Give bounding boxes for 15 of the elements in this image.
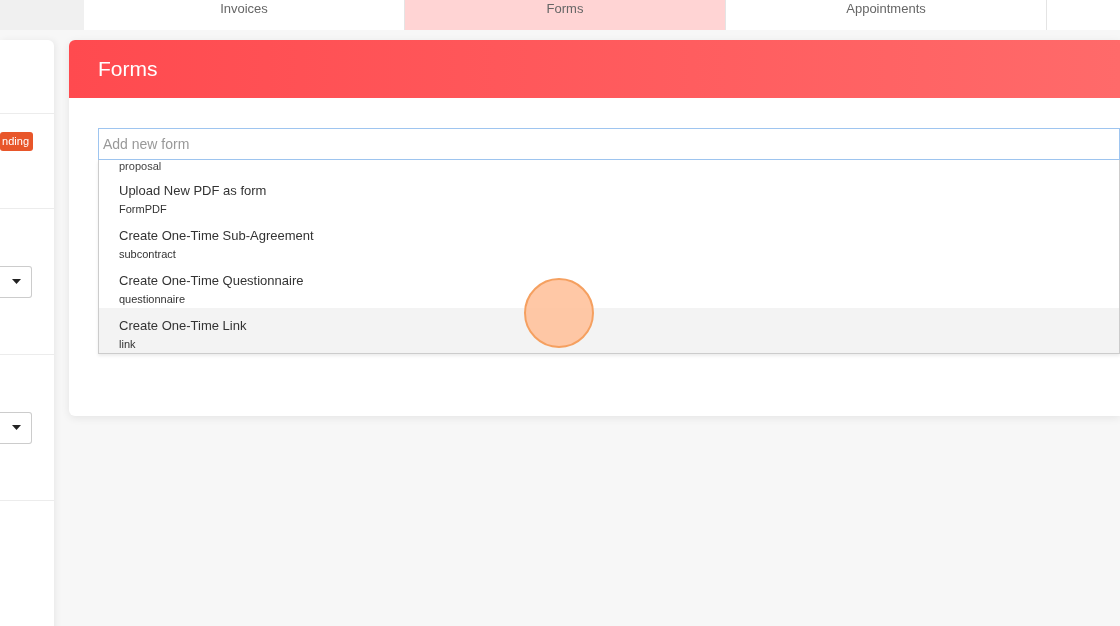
dropdown-option[interactable]: Create One-Time Link link xyxy=(99,308,1119,353)
dropdown-option[interactable]: Create One-Time Questionnaire questionnaire xyxy=(99,263,1119,308)
select-field[interactable] xyxy=(0,265,32,298)
caret-icon xyxy=(12,425,21,430)
caret-icon xyxy=(12,279,21,284)
select-field[interactable] xyxy=(0,411,32,444)
dropdown-option[interactable]: Upload New PDF as form FormPDF xyxy=(99,173,1119,218)
tab[interactable]: Forms xyxy=(405,0,726,30)
panel-title: Forms xyxy=(98,57,158,81)
tab[interactable]: Invoices xyxy=(84,0,405,30)
status-badge: nding xyxy=(0,132,33,151)
add-form-field[interactable]: Add new form xyxy=(98,128,1120,160)
tab[interactable]: Appointments xyxy=(726,0,1047,30)
dropdown-option[interactable]: Create One-Time Sub-Agreement subcontract xyxy=(99,218,1119,263)
option-subtitle: proposal xyxy=(118,160,163,173)
